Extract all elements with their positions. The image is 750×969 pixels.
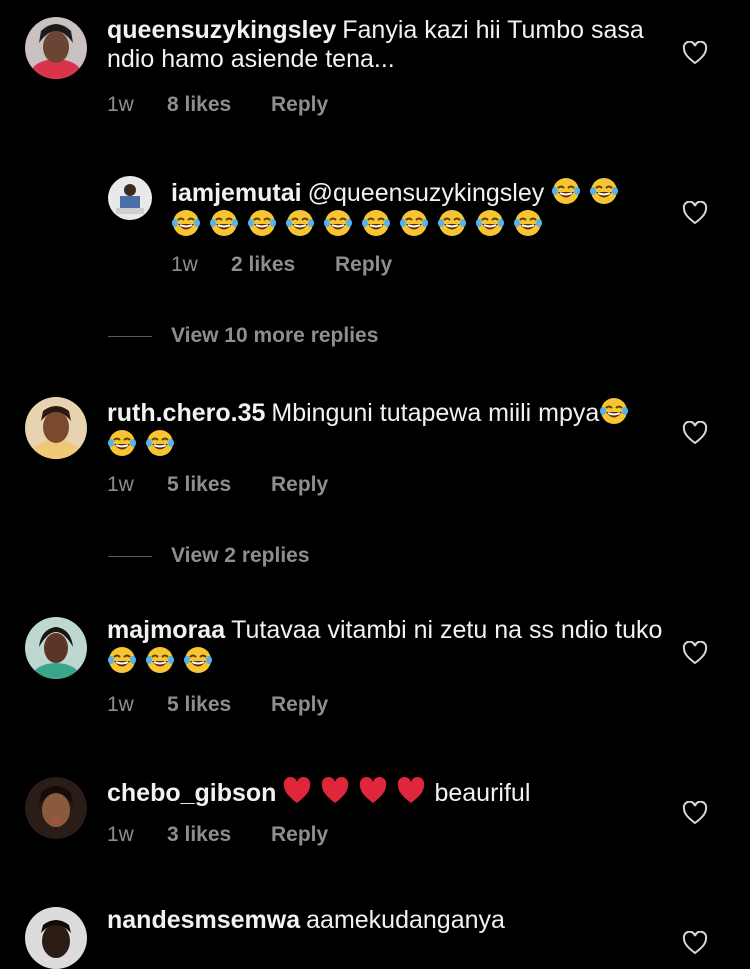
tears-of-joy-icon [183, 645, 213, 675]
tears-of-joy-icon [247, 208, 277, 238]
emoji-group [282, 776, 434, 807]
comment-text: queensuzykingsley Fanyia kazi hii Tumbo s… [107, 16, 667, 74]
comment-username[interactable]: majmoraa [107, 616, 225, 644]
tears-of-joy-icon [107, 645, 137, 675]
comment-time: 1w [107, 823, 134, 846]
tears-of-joy-icon [589, 176, 619, 206]
tears-of-joy-icon [551, 176, 581, 206]
comment-meta: 1w 2 likes Reply [171, 253, 392, 277]
comment-likes[interactable]: 8 likes [167, 93, 271, 117]
comment-username[interactable]: nandesmsemwa [107, 906, 300, 934]
view-replies-label: View 2 replies [171, 544, 310, 567]
divider [108, 335, 152, 337]
avatar[interactable] [25, 777, 87, 839]
comment-likes[interactable]: 2 likes [231, 253, 335, 277]
comment-text: iamjemutai @queensuzykingsley [171, 176, 641, 240]
tears-of-joy-icon [513, 208, 543, 238]
tears-of-joy-icon [209, 208, 239, 238]
comment-body: Mbinguni tutapewa miili mpya [271, 399, 600, 427]
tears-of-joy-icon [437, 208, 467, 238]
comment-username[interactable]: iamjemutai [171, 179, 302, 207]
avatar[interactable] [25, 17, 87, 79]
comment-username[interactable]: ruth.chero.35 [107, 399, 265, 427]
like-heart-icon[interactable] [682, 641, 708, 665]
divider [108, 555, 152, 557]
reply-button[interactable]: Reply [271, 823, 328, 847]
reply-button[interactable]: Reply [271, 693, 328, 717]
like-heart-icon[interactable] [682, 801, 708, 825]
comment-time: 1w [107, 93, 134, 116]
comment-body: beauriful [434, 779, 531, 807]
comment-meta: 1w 5 likes Reply [107, 473, 328, 497]
view-more-replies-button[interactable]: View 2 replies [108, 544, 310, 568]
reply-button[interactable]: Reply [271, 473, 328, 497]
comment-time: 1w [171, 253, 198, 276]
red-heart-icon [396, 776, 426, 806]
like-heart-icon[interactable] [682, 201, 708, 225]
view-replies-label: View 10 more replies [171, 324, 379, 347]
tears-of-joy-icon [145, 645, 175, 675]
comment-likes[interactable]: 5 likes [167, 473, 271, 497]
comment-text: chebo_gibson beauriful [107, 776, 667, 808]
comment-time: 1w [107, 473, 134, 496]
tears-of-joy-icon [361, 208, 391, 238]
comment-username[interactable]: queensuzykingsley [107, 16, 336, 44]
view-more-replies-button[interactable]: View 10 more replies [108, 324, 378, 348]
comment-text: nandesmsemwa aamekudanganya [107, 906, 667, 935]
comment-meta: 1w 5 likes Reply [107, 693, 328, 717]
comment-text: ruth.chero.35 Mbinguni tutapewa miili mpy… [107, 396, 667, 460]
like-heart-icon[interactable] [682, 931, 708, 955]
comment-likes[interactable]: 3 likes [167, 823, 271, 847]
tears-of-joy-icon [145, 428, 175, 458]
comment-body: aamekudanganya [306, 906, 505, 934]
tears-of-joy-icon [399, 208, 429, 238]
tears-of-joy-icon [323, 208, 353, 238]
tears-of-joy-icon [475, 208, 505, 238]
reply-button[interactable]: Reply [335, 253, 392, 277]
tears-of-joy-icon [107, 428, 137, 458]
tears-of-joy-icon [171, 208, 201, 238]
comment-meta: 1w 3 likes Reply [107, 823, 328, 847]
comment-likes[interactable]: 5 likes [167, 693, 271, 717]
like-heart-icon[interactable] [682, 421, 708, 445]
tears-of-joy-icon [599, 396, 629, 426]
emoji-group [107, 645, 221, 676]
red-heart-icon [320, 776, 350, 806]
tears-of-joy-icon [285, 208, 315, 238]
avatar[interactable] [25, 617, 87, 679]
avatar[interactable] [25, 397, 87, 459]
comment-body: Tutavaa vitambi ni zetu na ss ndio tuko [231, 616, 663, 644]
comment-body: @queensuzykingsley [307, 179, 545, 207]
reply-button[interactable]: Reply [271, 93, 328, 117]
like-heart-icon[interactable] [682, 41, 708, 65]
red-heart-icon [358, 776, 388, 806]
comment-username[interactable]: chebo_gibson [107, 779, 276, 807]
comment-time: 1w [107, 693, 134, 716]
red-heart-icon [282, 776, 312, 806]
comment-meta: 1w 8 likes Reply [107, 93, 328, 117]
comment-text: majmoraa Tutavaa vitambi ni zetu na ss nd… [107, 616, 667, 677]
avatar[interactable] [108, 176, 152, 220]
